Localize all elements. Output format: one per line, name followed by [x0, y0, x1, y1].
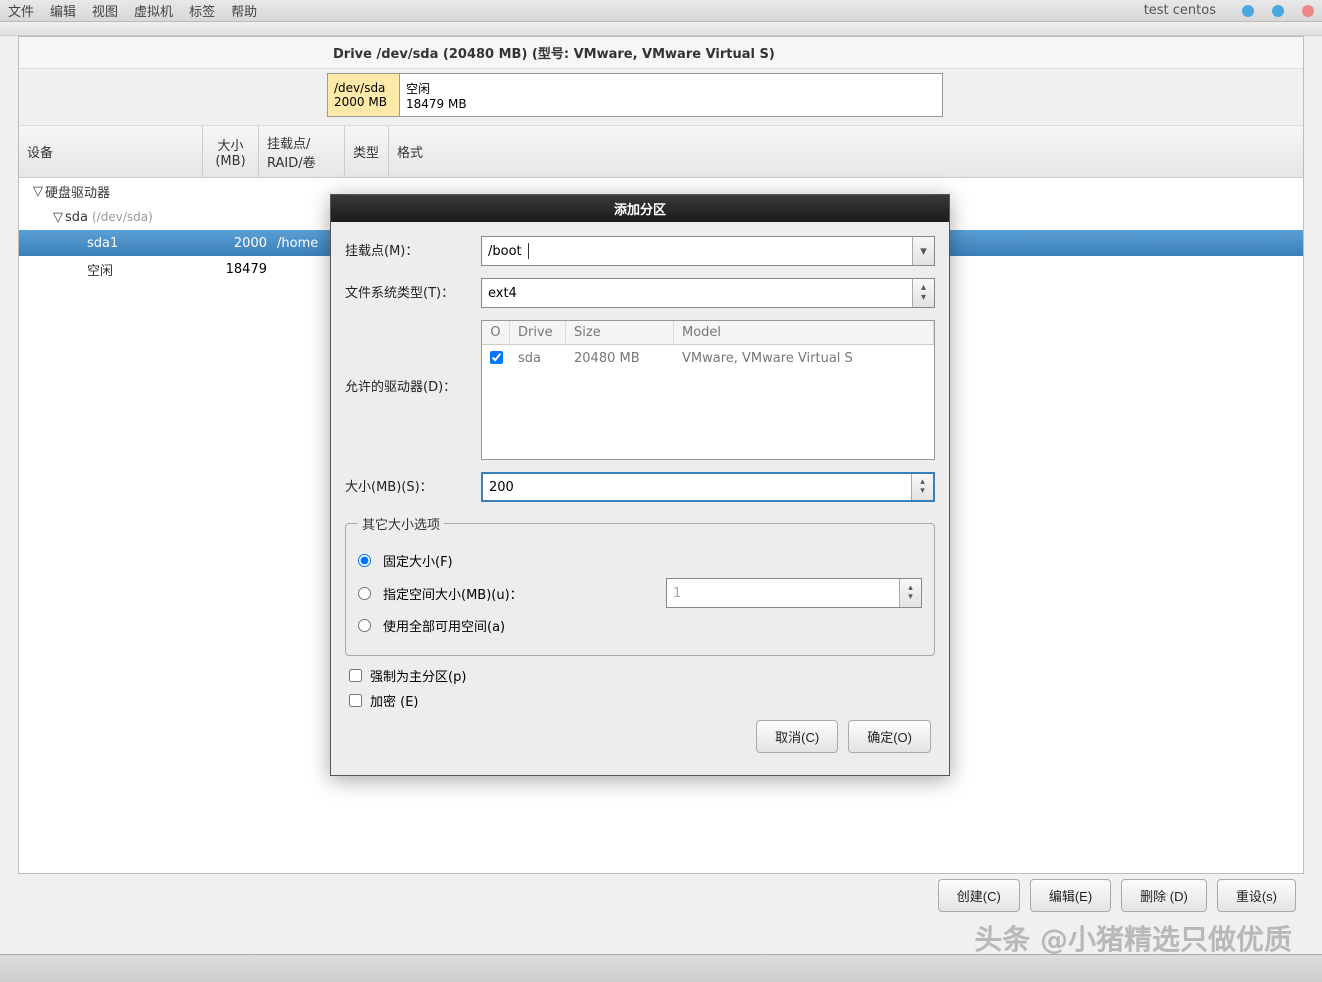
- spin-arrows-icon[interactable]: ▴▾: [911, 474, 933, 500]
- create-button[interactable]: 创建(C): [938, 879, 1020, 912]
- menu-view[interactable]: 视图: [92, 1, 118, 20]
- seg-size: 18479 MB: [406, 97, 936, 111]
- sda-label: sda: [65, 210, 88, 225]
- menu-help[interactable]: 帮助: [231, 1, 257, 20]
- root-label: 硬盘驱动器: [45, 182, 110, 201]
- radio-fixed-row[interactable]: 固定大小(F): [358, 551, 922, 570]
- status-bubble-icon: [1302, 5, 1314, 17]
- size-options-legend: 其它大小选项: [358, 514, 444, 533]
- drive-title: Drive /dev/sda (20480 MB) (型号: VMware, V…: [29, 43, 1293, 62]
- drive-title-area: Drive /dev/sda (20480 MB) (型号: VMware, V…: [19, 37, 1303, 69]
- row-size: 18479: [217, 262, 273, 277]
- col-mount[interactable]: 挂载点/ RAID/卷: [259, 126, 345, 177]
- hdr-drive[interactable]: Drive: [510, 321, 566, 344]
- mount-point-label: 挂载点(M)：: [345, 236, 481, 259]
- drive-graphic[interactable]: /dev/sda 2000 MB 空闲 18479 MB: [327, 73, 943, 117]
- menu-tabs[interactable]: 标签: [189, 1, 215, 20]
- toolbar-strip: [0, 22, 1322, 36]
- radio-fixed-label: 固定大小(F): [383, 551, 453, 570]
- reset-button[interactable]: 重设(s): [1217, 879, 1296, 912]
- hdr-model[interactable]: Model: [674, 321, 934, 344]
- drive-segment-free[interactable]: 空闲 18479 MB: [400, 74, 942, 116]
- chevron-down-icon[interactable]: ▾: [912, 237, 934, 265]
- drives-header: O Drive Size Model: [482, 321, 934, 345]
- status-bubble-icon: [1272, 5, 1284, 17]
- size-options-group: 其它大小选项 固定大小(F) 指定空间大小(MB)(u)： 1 ▴▾ 使用全部可…: [345, 514, 935, 656]
- allowed-drives-label: 允许的驱动器(D)：: [345, 320, 481, 395]
- radio-fillto-row[interactable]: 指定空间大小(MB)(u)： 1 ▴▾: [358, 578, 922, 608]
- dialog-title[interactable]: 添加分区: [331, 195, 949, 222]
- encrypt-row[interactable]: 加密 (E): [349, 691, 935, 710]
- menu-file[interactable]: 文件: [8, 1, 34, 20]
- mount-point-value: /boot: [488, 244, 522, 259]
- radio-fixed[interactable]: [358, 554, 371, 567]
- edit-button[interactable]: 编辑(E): [1030, 879, 1111, 912]
- force-primary-row[interactable]: 强制为主分区(p): [349, 666, 935, 685]
- add-partition-dialog: 添加分区 挂载点(M)： /boot ▾ 文件系统类型(T)： ext4 ▴▾: [330, 194, 950, 776]
- hdr-size[interactable]: Size: [566, 321, 674, 344]
- vm-name-label: test centos: [1144, 3, 1216, 18]
- radio-fillto-label: 指定空间大小(MB)(u)：: [383, 584, 523, 603]
- fillto-spinbox[interactable]: 1 ▴▾: [666, 578, 922, 608]
- row-device: 空闲: [87, 260, 113, 279]
- fs-type-value: ext4: [488, 286, 517, 301]
- hdr-check[interactable]: O: [482, 321, 510, 344]
- sda-path: (/dev/sda): [92, 210, 153, 224]
- updown-icon[interactable]: ▴▾: [912, 279, 934, 307]
- cancel-button[interactable]: 取消(C): [756, 720, 838, 753]
- radio-fillmax[interactable]: [358, 619, 371, 632]
- spin-arrows-icon[interactable]: ▴▾: [899, 579, 921, 607]
- menu-edit[interactable]: 编辑: [50, 1, 76, 20]
- col-type[interactable]: 类型: [345, 126, 389, 177]
- seg-name: 空闲: [406, 80, 936, 97]
- ok-button[interactable]: 确定(O): [848, 720, 931, 753]
- fillto-value: 1: [673, 586, 915, 601]
- col-format[interactable]: 格式: [389, 126, 433, 177]
- text-cursor-icon: [528, 243, 529, 259]
- menu-vm[interactable]: 虚拟机: [134, 1, 173, 20]
- fs-type-combo[interactable]: ext4 ▴▾: [481, 278, 935, 308]
- fs-type-label: 文件系统类型(T)：: [345, 278, 481, 301]
- mount-point-combo[interactable]: /boot ▾: [481, 236, 935, 266]
- row-device: sda1: [87, 236, 118, 251]
- top-menubar: 文件 编辑 视图 虚拟机 标签 帮助 test centos: [0, 0, 1322, 22]
- drive-checkbox[interactable]: [490, 351, 503, 364]
- drive-graphic-row: /dev/sda 2000 MB 空闲 18479 MB: [19, 69, 1303, 126]
- force-primary-label: 强制为主分区(p): [370, 666, 466, 685]
- status-bubble-icon: [1242, 5, 1254, 17]
- expander-icon[interactable]: ▽: [51, 210, 65, 225]
- radio-fillmax-row[interactable]: 使用全部可用空间(a): [358, 616, 922, 635]
- size-label: 大小(MB)(S)：: [345, 472, 481, 495]
- column-headers: 设备 大小 (MB) 挂载点/ RAID/卷 类型 格式: [19, 126, 1303, 178]
- drive-size: 20480 MB: [566, 345, 674, 374]
- watermark-text: 头条 @小猪精选只做优质: [974, 918, 1292, 958]
- delete-button[interactable]: 删除 (D): [1121, 879, 1207, 912]
- drive-name: sda: [510, 345, 566, 374]
- drive-segment-home[interactable]: /dev/sda 2000 MB: [328, 74, 400, 116]
- encrypt-label: 加密 (E): [370, 691, 419, 710]
- col-device[interactable]: 设备: [19, 126, 203, 177]
- force-primary-checkbox[interactable]: [349, 669, 362, 682]
- seg-size: 2000 MB: [334, 95, 393, 109]
- row-mount: /home: [277, 236, 318, 251]
- drive-model: VMware, VMware Virtual S: [674, 345, 934, 374]
- expander-icon[interactable]: ▽: [31, 184, 45, 199]
- size-spinbox[interactable]: 200 ▴▾: [481, 472, 935, 502]
- radio-fillmax-label: 使用全部可用空间(a): [383, 616, 505, 635]
- allowed-drives-table[interactable]: O Drive Size Model sda 20480 MB VMware, …: [481, 320, 935, 460]
- seg-name: /dev/sda: [334, 81, 393, 95]
- size-value: 200: [489, 480, 927, 495]
- encrypt-checkbox[interactable]: [349, 694, 362, 707]
- bottom-bar: [0, 954, 1322, 982]
- drive-row-sda[interactable]: sda 20480 MB VMware, VMware Virtual S: [482, 345, 934, 374]
- row-size: 2000: [217, 236, 273, 251]
- col-size[interactable]: 大小 (MB): [203, 126, 259, 177]
- radio-fillto[interactable]: [358, 587, 371, 600]
- main-buttons-row: 创建(C) 编辑(E) 删除 (D) 重设(s): [938, 879, 1296, 912]
